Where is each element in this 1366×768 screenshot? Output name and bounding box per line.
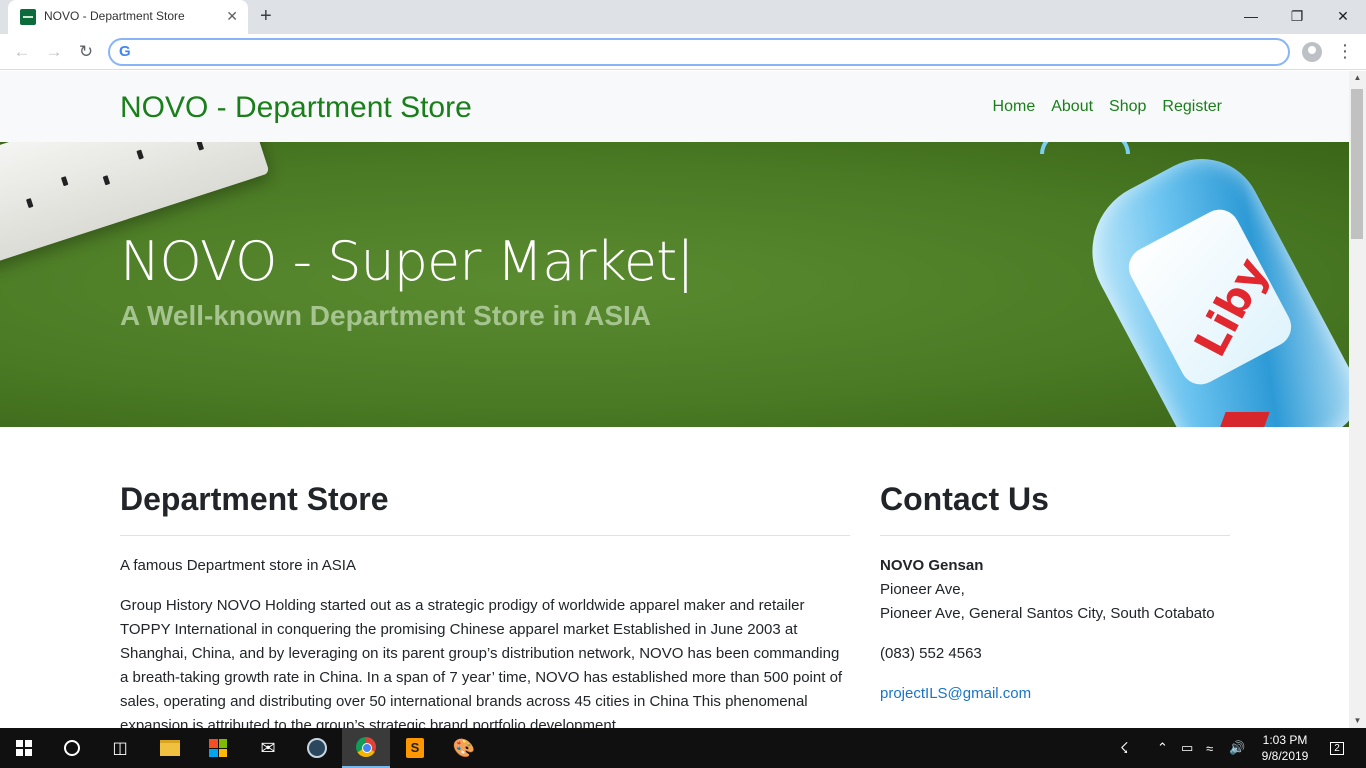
mail-icon[interactable]: ✉: [244, 728, 292, 768]
wifi-icon[interactable]: ≈: [1206, 728, 1213, 768]
site-navbar: NOVO - Department Store Home About Shop …: [0, 71, 1349, 142]
task-view-icon[interactable]: ◫: [96, 728, 144, 768]
cortana-circle-icon: [64, 740, 80, 756]
nav-link-register[interactable]: Register: [1162, 98, 1222, 116]
windows-logo-icon: [16, 740, 32, 756]
clock-date: 9/8/2019: [1261, 749, 1309, 763]
start-button[interactable]: [0, 728, 48, 768]
nav-link-home[interactable]: Home: [993, 98, 1036, 116]
sublime-text-icon[interactable]: S: [391, 728, 439, 768]
search-button[interactable]: [48, 728, 96, 768]
back-arrow-icon[interactable]: ←: [10, 40, 34, 64]
contact-phone: (083) 552 4563: [880, 645, 982, 662]
hero-banner: Liby NOVO - Super Market| A Well-known D…: [0, 142, 1349, 427]
about-history: Group History NOVO Holding started out a…: [120, 597, 843, 728]
file-explorer-icon[interactable]: [146, 728, 194, 768]
people-icon[interactable]: ☇: [1120, 728, 1129, 768]
nav-link-about[interactable]: About: [1051, 98, 1093, 116]
profile-avatar-icon[interactable]: [1302, 42, 1322, 62]
google-icon: G: [119, 43, 131, 60]
contact-address-line2: Pioneer Ave, General Santos City, South …: [880, 605, 1215, 622]
address-input[interactable]: [140, 42, 1270, 62]
contact-address-block: NOVO Gensan Pioneer Ave, Pioneer Ave, Ge…: [880, 554, 1230, 626]
action-center-icon[interactable]: 2: [1322, 728, 1352, 768]
tray-chevron-up-icon[interactable]: ⌃: [1157, 728, 1168, 768]
windows-taskbar: ◫ ✉ S 🎨 ☇ ⌃ ▭ ≈ 🔊 1:03 PM 9/8/2019 2: [0, 728, 1366, 768]
page-viewport: NOVO - Department Store Home About Shop …: [0, 71, 1366, 728]
scrollbar-thumb[interactable]: [1351, 89, 1363, 239]
about-section: Department Store A famous Department sto…: [120, 427, 850, 728]
system-clock[interactable]: 1:03 PM 9/8/2019: [1254, 732, 1316, 764]
nav-links: Home About Shop Register: [993, 98, 1222, 116]
chrome-taskbar-icon[interactable]: [342, 728, 390, 768]
minimize-button[interactable]: —: [1228, 4, 1274, 28]
contact-heading: Contact Us: [880, 479, 1230, 536]
notification-count: 2: [1330, 741, 1344, 755]
site-brand[interactable]: NOVO - Department Store: [120, 91, 472, 125]
detergent-bottle-image: Liby: [1040, 142, 1349, 427]
nav-link-shop[interactable]: Shop: [1109, 98, 1146, 116]
restore-button[interactable]: ❐: [1274, 4, 1320, 28]
scroll-up-icon[interactable]: ▲: [1349, 71, 1366, 85]
contact-email-link[interactable]: projectILS@gmail.com: [880, 685, 1031, 702]
red-package-corner: [1218, 412, 1270, 427]
store-icon[interactable]: [194, 728, 242, 768]
contact-address-line1: Pioneer Ave,: [880, 581, 965, 598]
volume-icon[interactable]: 🔊: [1229, 728, 1245, 768]
steam-icon[interactable]: [293, 728, 341, 768]
about-heading: Department Store: [120, 479, 850, 536]
hero-title: NOVO - Super Market|: [120, 230, 694, 293]
forward-arrow-icon[interactable]: →: [42, 40, 66, 64]
battery-icon[interactable]: ▭: [1181, 728, 1193, 768]
browser-menu-icon[interactable]: ⋮: [1336, 39, 1354, 63]
scroll-down-icon[interactable]: ▼: [1349, 714, 1366, 728]
clock-time: 1:03 PM: [1262, 733, 1308, 747]
address-bar[interactable]: G: [108, 38, 1290, 66]
tab-title: NOVO - Department Store: [44, 9, 185, 23]
browser-toolbar: ← → ↻ G ⋮: [0, 34, 1366, 70]
tab-close-icon[interactable]: ✕: [226, 7, 238, 25]
browser-tab[interactable]: NOVO - Department Store ✕: [8, 0, 248, 34]
paint-icon[interactable]: 🎨: [440, 728, 488, 768]
reload-icon[interactable]: ↻: [74, 40, 98, 64]
contact-name: NOVO Gensan: [880, 557, 984, 574]
hero-subtitle: A Well-known Department Store in ASIA: [120, 300, 652, 331]
about-intro: A famous Department store in ASIA: [120, 557, 356, 574]
contact-section: Contact Us NOVO Gensan Pioneer Ave, Pion…: [880, 427, 1230, 706]
page-scrollbar[interactable]: ▲ ▼: [1349, 71, 1366, 728]
site-favicon-icon: [20, 9, 36, 25]
browser-tab-strip: NOVO - Department Store ✕ + — ❐ ✕: [0, 0, 1366, 34]
chrome-icon: [356, 737, 376, 757]
window-close-button[interactable]: ✕: [1320, 4, 1366, 28]
new-tab-button[interactable]: +: [260, 4, 272, 28]
